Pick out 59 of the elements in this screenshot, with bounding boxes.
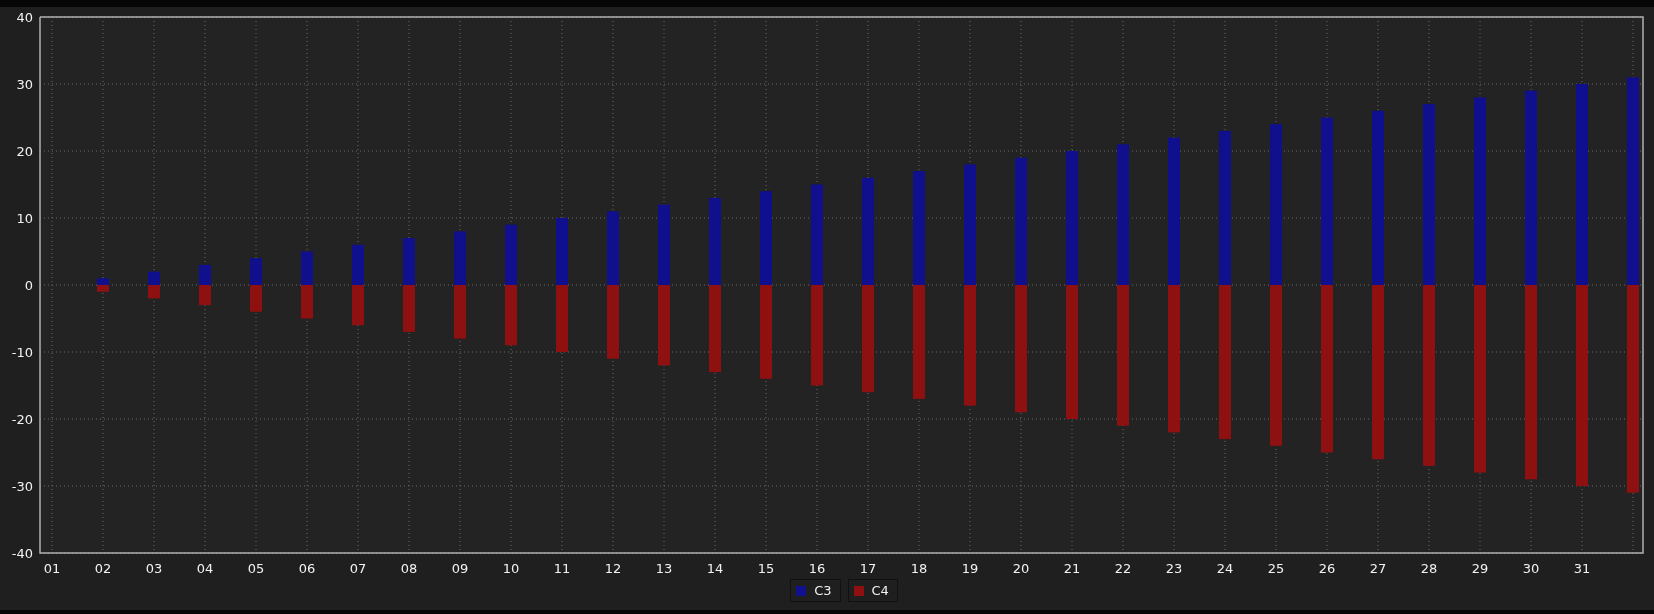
- x-axis-label: 12: [604, 561, 622, 576]
- x-axis-label: 06: [298, 561, 316, 576]
- bar: [505, 285, 517, 346]
- x-axis-label: 23: [1165, 561, 1183, 576]
- y-axis-label: -30: [11, 479, 33, 494]
- bar: [301, 285, 313, 319]
- legend-label: C4: [871, 583, 889, 598]
- x-axis-label: 20: [1012, 561, 1030, 576]
- x-axis-label: 15: [757, 561, 775, 576]
- x-axis-label: 16: [808, 561, 826, 576]
- bar: [556, 218, 568, 285]
- x-axis-label: 13: [655, 561, 673, 576]
- x-axis-label: 09: [451, 561, 469, 576]
- x-axis-label: 25: [1267, 561, 1285, 576]
- x-axis-label: 31: [1573, 561, 1591, 576]
- x-axis-label: 10: [502, 561, 520, 576]
- x-axis-label: 02: [94, 561, 112, 576]
- y-axis-label: 10: [16, 211, 33, 226]
- bar: [454, 285, 466, 339]
- y-axis-label: 40: [16, 10, 33, 25]
- bar: [199, 285, 211, 306]
- x-axis-label: 19: [961, 561, 979, 576]
- x-axis-label: 07: [349, 561, 367, 576]
- x-axis-label: 05: [247, 561, 265, 576]
- y-axis-label: -10: [11, 345, 33, 360]
- bar: [250, 285, 262, 312]
- x-axis-label: 14: [706, 561, 724, 576]
- bar: [403, 238, 415, 285]
- bar: [556, 285, 568, 352]
- x-axis-label: 03: [145, 561, 163, 576]
- bar: [454, 231, 466, 285]
- y-axis-label: -40: [11, 546, 33, 561]
- x-axis-label: 17: [859, 561, 877, 576]
- bar: [352, 244, 364, 285]
- x-axis-label: 22: [1114, 561, 1132, 576]
- x-axis-label: 21: [1063, 561, 1081, 576]
- bar: [403, 285, 415, 332]
- x-axis-label: 29: [1471, 561, 1489, 576]
- x-axis-label: 27: [1369, 561, 1387, 576]
- bar: [505, 224, 517, 285]
- x-axis-label: 04: [196, 561, 214, 576]
- bar: [352, 285, 364, 326]
- bar: [199, 264, 211, 285]
- legend-label: C3: [814, 583, 832, 598]
- bar: [250, 258, 262, 285]
- x-axis-label: 01: [43, 561, 61, 576]
- y-axis-label: 0: [24, 278, 33, 293]
- y-axis-label: -20: [11, 412, 33, 427]
- x-axis-label: 08: [400, 561, 418, 576]
- y-axis-label: 20: [16, 144, 33, 159]
- y-axis-label: 30: [16, 77, 33, 92]
- x-axis-label: 11: [553, 561, 571, 576]
- x-axis-label: 30: [1522, 561, 1540, 576]
- x-axis-label: 18: [910, 561, 928, 576]
- bar: [301, 251, 313, 285]
- bar: [148, 285, 160, 299]
- x-axis-label: 28: [1420, 561, 1438, 576]
- x-axis-label: 26: [1318, 561, 1336, 576]
- x-axis-label: 24: [1216, 561, 1234, 576]
